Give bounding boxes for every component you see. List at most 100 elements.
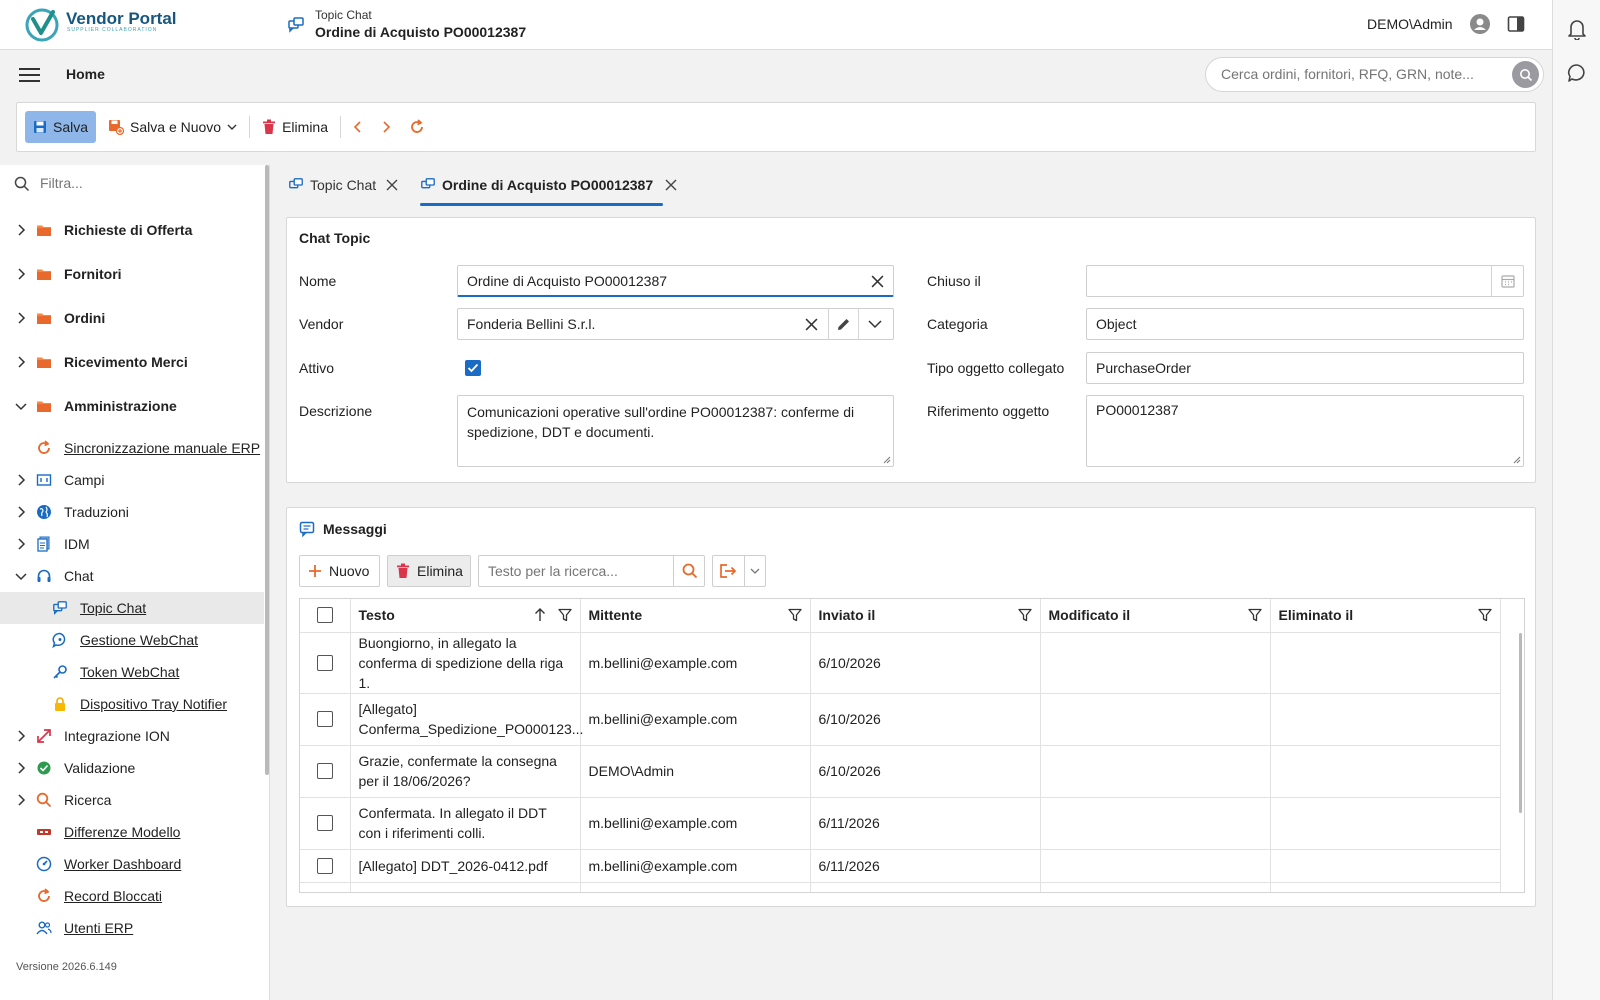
sidebar-item-integrazione-ion[interactable]: Integrazione ION	[0, 720, 264, 752]
user-name[interactable]: DEMO\Admin	[1367, 16, 1453, 32]
previous-record-button[interactable]	[345, 111, 371, 143]
column-header-inviato[interactable]: Inviato il	[810, 599, 1041, 633]
sidebar-item-chat[interactable]: Chat	[0, 560, 264, 592]
sidebar-item-traduzioni[interactable]: Traduzioni	[0, 496, 264, 528]
user-avatar-icon[interactable]	[1470, 14, 1490, 34]
delete-message-button[interactable]: Elimina	[387, 555, 471, 587]
sidebar-item-idm[interactable]: IDM	[0, 528, 264, 560]
delete-button[interactable]: Elimina	[254, 111, 336, 143]
chevron-down-icon[interactable]	[14, 569, 28, 583]
next-record-button[interactable]	[375, 111, 397, 143]
tipo-oggetto-field[interactable]: PurchaseOrder	[1086, 352, 1524, 384]
sidebar-item-ordini[interactable]: Ordini	[0, 302, 264, 334]
close-icon[interactable]	[386, 179, 398, 191]
column-header-modificato[interactable]: Modificato il	[1040, 599, 1271, 633]
sidebar-item-campi[interactable]: Campi	[0, 464, 264, 496]
filter-icon[interactable]	[557, 608, 572, 622]
table-row[interactable]: [Allegato] Conferma_Spedizione_PO000123.…	[300, 693, 1501, 746]
row-checkbox[interactable]	[316, 711, 333, 727]
sidebar-item-richieste-di-offerta[interactable]: Richieste di Offerta	[0, 214, 264, 246]
chevron-right-icon[interactable]	[14, 729, 28, 743]
nome-field[interactable]: Ordine di Acquisto PO00012387	[457, 265, 894, 297]
save-button[interactable]: Salva	[25, 111, 97, 143]
sidebar-item-gestione-webchat[interactable]: Gestione WebChat	[0, 624, 264, 656]
table-row[interactable]: [Allegato]	[300, 882, 1501, 892]
row-select-cell[interactable]	[300, 693, 351, 746]
sidebar-item-fornitori[interactable]: Fornitori	[0, 258, 264, 290]
tab-topic-chat[interactable]: Topic Chat	[288, 173, 398, 197]
categoria-field[interactable]: Object	[1086, 308, 1524, 340]
sidebar-item-amministrazione[interactable]: Amministrazione	[0, 390, 264, 422]
sidebar-item-validazione[interactable]: Validazione	[0, 752, 264, 784]
row-checkbox[interactable]	[316, 654, 333, 671]
row-select-cell[interactable]	[300, 797, 351, 850]
grid-search-box[interactable]	[478, 555, 705, 587]
search-icon[interactable]	[1512, 61, 1539, 88]
refresh-button[interactable]	[401, 111, 433, 143]
sidebar-item-topic-chat[interactable]: Topic Chat	[0, 592, 264, 624]
sidebar-item-worker-dashboard[interactable]: Worker Dashboard	[0, 848, 264, 880]
sidebar-item-sincronizzazione-manuale-erp[interactable]: Sincronizzazione manuale ERP	[0, 432, 264, 464]
riferimento-textarea[interactable]: PO00012387	[1086, 395, 1524, 467]
sidebar-item-ricevimento-merci[interactable]: Ricevimento Merci	[0, 346, 264, 378]
select-all-cell[interactable]	[300, 599, 351, 633]
chat-bubble-icon[interactable]	[1567, 63, 1587, 83]
grid-search-input[interactable]	[488, 563, 668, 579]
chevron-down-icon[interactable]	[227, 122, 237, 132]
global-search[interactable]	[1205, 57, 1544, 92]
row-checkbox[interactable]	[316, 763, 333, 779]
save-and-new-button[interactable]: Salva e Nuovo	[100, 111, 245, 143]
filter-icon[interactable]	[1477, 608, 1492, 622]
sidebar-scrollbar[interactable]	[265, 165, 269, 775]
sidebar-item-dispositivo-tray-notifier[interactable]: Dispositivo Tray Notifier	[0, 688, 264, 720]
row-select-cell[interactable]	[300, 882, 351, 892]
vendor-lookup[interactable]: Fonderia Bellini S.r.l.	[457, 308, 894, 340]
resize-handle-icon[interactable]	[883, 456, 891, 464]
sidebar-item-differenze-modello[interactable]: Differenze Modello	[0, 816, 264, 848]
chevron-down-icon[interactable]	[750, 567, 760, 575]
chevron-right-icon[interactable]	[14, 311, 28, 325]
home-link[interactable]: Home	[66, 66, 105, 82]
filter-icon[interactable]	[1017, 608, 1032, 622]
calendar-icon[interactable]	[1501, 274, 1515, 288]
column-header-eliminato[interactable]: Eliminato il	[1270, 599, 1501, 633]
grid-scrollbar[interactable]	[1519, 633, 1522, 813]
sidebar-filter-input[interactable]	[40, 175, 240, 191]
sidebar-item-record-bloccati[interactable]: Record Bloccati	[0, 880, 264, 912]
hamburger-menu-icon[interactable]	[19, 66, 41, 84]
sort-ascending-icon[interactable]	[534, 608, 546, 622]
resize-handle-icon[interactable]	[1513, 456, 1521, 464]
select-all-checkbox[interactable]	[316, 607, 333, 624]
column-header-mittente[interactable]: Mittente	[580, 599, 811, 633]
row-select-cell[interactable]	[300, 745, 351, 798]
chevron-right-icon[interactable]	[14, 505, 28, 519]
clear-icon[interactable]	[871, 275, 884, 288]
table-row[interactable]: Buongiorno, in allegato la conferma di s…	[300, 632, 1501, 694]
chevron-right-icon[interactable]	[14, 793, 28, 807]
chevron-right-icon[interactable]	[14, 223, 28, 237]
chevron-right-icon[interactable]	[14, 267, 28, 281]
search-icon[interactable]	[682, 563, 698, 579]
chevron-right-icon[interactable]	[14, 537, 28, 551]
row-select-cell[interactable]	[300, 849, 351, 883]
table-row[interactable]: [Allegato] DDT_2026-0412.pdf m.bellini@ex…	[300, 849, 1501, 883]
attivo-checkbox[interactable]	[465, 360, 481, 376]
chiuso-date-field[interactable]	[1086, 265, 1524, 297]
sidebar-item-ricerca[interactable]: Ricerca	[0, 784, 264, 816]
new-message-button[interactable]: Nuovo	[299, 555, 380, 587]
bell-icon[interactable]	[1567, 18, 1587, 40]
table-row[interactable]: Grazie, confermate la consegna per il 18…	[300, 745, 1501, 798]
filter-icon[interactable]	[787, 608, 802, 622]
row-select-cell[interactable]	[300, 632, 351, 694]
column-header-testo[interactable]: Testo	[350, 599, 581, 633]
chevron-right-icon[interactable]	[14, 355, 28, 369]
tab-purchase-order[interactable]: Ordine di Acquisto PO00012387	[420, 173, 677, 197]
filter-icon[interactable]	[1247, 608, 1262, 622]
row-checkbox[interactable]	[316, 815, 333, 831]
chevron-right-icon[interactable]	[14, 761, 28, 775]
panel-toggle-icon[interactable]	[1507, 15, 1525, 33]
clear-icon[interactable]	[805, 318, 818, 331]
chevron-down-icon[interactable]	[14, 399, 28, 413]
global-search-input[interactable]	[1221, 66, 1501, 82]
chevron-down-icon[interactable]	[868, 319, 882, 329]
